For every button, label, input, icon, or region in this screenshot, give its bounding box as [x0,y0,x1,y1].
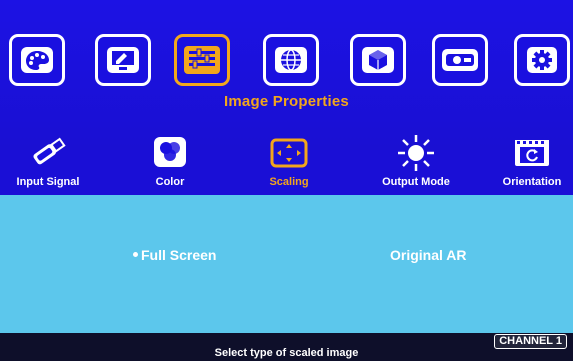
color-circles-icon [152,134,188,175]
image-properties-icon [183,45,221,75]
option-label: Original AR [390,247,467,263]
subtab-label: Orientation [502,176,562,188]
tab-projector[interactable] [432,34,488,86]
cube-icon [361,46,395,74]
active-tab-title: Image Properties [224,93,349,110]
gear-icon [526,46,558,74]
subtab-label: Output Mode [382,176,450,188]
tab-globe[interactable] [263,34,319,86]
subtab-orientation[interactable]: Orientation [482,134,573,192]
palette-icon [20,46,54,74]
subtab-label: Input Signal [16,176,80,188]
osd-menu-screen: Image Properties Input Signal Color Scal… [0,0,573,361]
tab-palette[interactable] [9,34,65,86]
status-bar: CHANNEL 1 Select type of scaled image [0,333,573,361]
tab-settings[interactable] [514,34,570,86]
option-label: Full Screen [141,247,217,263]
sun-burst-icon [396,134,436,177]
subtab-output-mode[interactable]: Output Mode [366,134,466,192]
rotate-icon [512,134,552,175]
display-settings-icon [106,46,140,74]
subtab-color[interactable]: Color [120,134,220,192]
subtab-input-signal[interactable]: Input Signal [0,134,98,192]
tab-image-properties[interactable] [174,34,230,86]
options-panel: Full Screen Original AR [0,195,573,333]
subtab-label: Color [155,176,185,188]
subtab-label: Scaling [269,176,309,188]
top-tab-row: Image Properties [0,0,573,150]
tab-display-settings[interactable] [95,34,151,86]
scaling-icon [269,134,309,175]
projector-icon [441,46,479,74]
subtab-scaling[interactable]: Scaling [239,134,339,192]
tab-cube[interactable] [350,34,406,86]
status-hint: Select type of scaled image [214,347,359,359]
selected-dot [133,251,138,257]
option-full-screen[interactable]: Full Screen [133,247,216,263]
option-original-ar[interactable]: Original AR [390,247,467,263]
usb-plug-icon [27,134,69,175]
globe-icon [274,46,308,74]
